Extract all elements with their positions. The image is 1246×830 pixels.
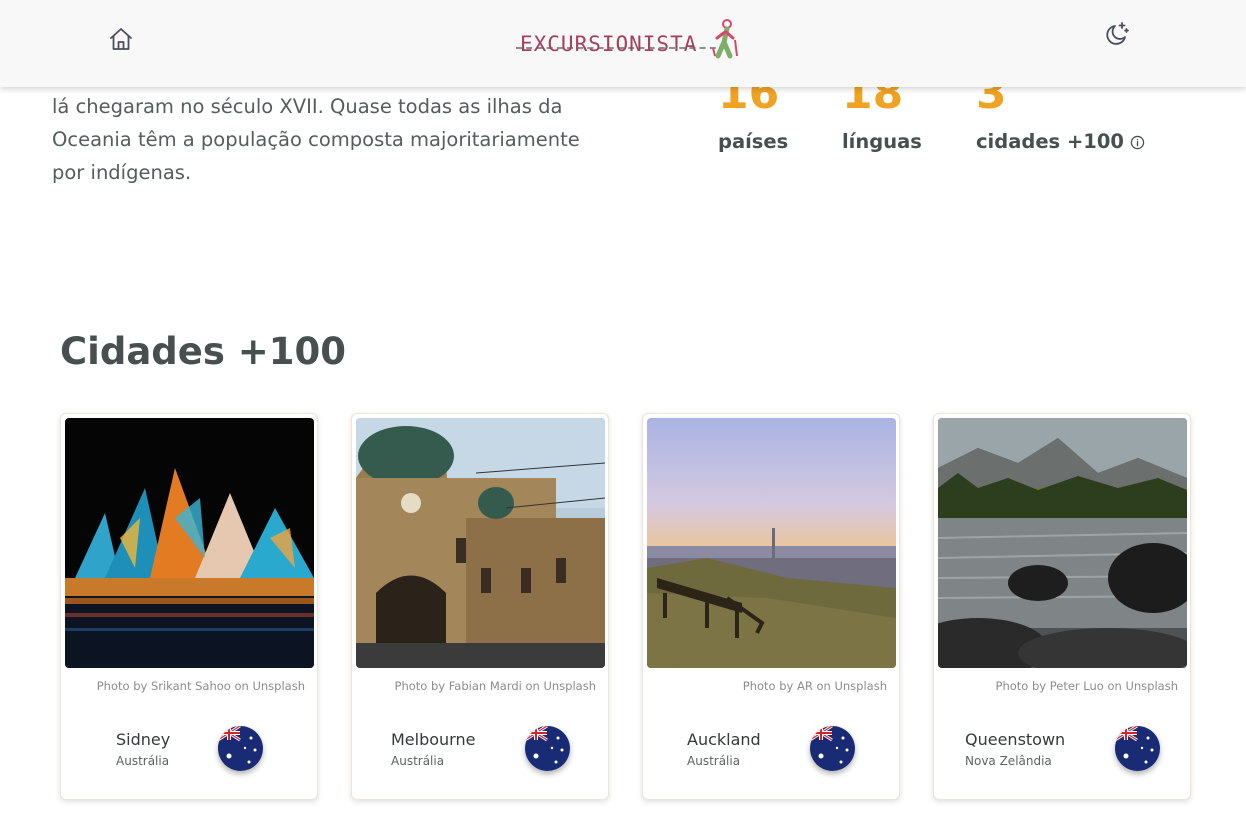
- city-card-auckland[interactable]: Photo by AR on Unsplash Auckland Austrál…: [642, 413, 900, 800]
- country-name: Nova Zelândia: [965, 754, 1052, 768]
- city-card-melbourne[interactable]: Photo by Fabian Mardi on Unsplash Melbou…: [351, 413, 609, 800]
- city-photo: [647, 418, 896, 668]
- city-name: Melbourne: [391, 730, 476, 749]
- photo-credit: Photo by Fabian Mardi on Unsplash: [394, 679, 596, 693]
- theme-toggle-button[interactable]: [1102, 20, 1130, 48]
- country-name: Austrália: [116, 754, 170, 768]
- australia-flag-icon: [218, 726, 263, 771]
- city-name: Queenstown: [965, 730, 1066, 749]
- site-logo[interactable]: EXCURSIONISTA: [516, 16, 748, 62]
- country-name: Austrália: [687, 754, 741, 768]
- new-zealand-flag-icon: [1115, 726, 1160, 771]
- city-photo: [356, 418, 605, 668]
- logo-text: EXCURSIONISTA: [520, 32, 698, 56]
- city-photo: [65, 418, 314, 668]
- city-card-queenstown[interactable]: Photo by Peter Luo on Unsplash Queenstow…: [933, 413, 1191, 800]
- photo-credit: Photo by Srikant Sahoo on Unsplash: [96, 679, 305, 693]
- new-zealand-flag-icon: [810, 726, 855, 771]
- stat-countries-label: países: [718, 130, 789, 153]
- section-title: Cidades +100: [60, 330, 347, 373]
- photo-credit: Photo by Peter Luo on Unsplash: [995, 679, 1178, 693]
- australia-flag-icon: [525, 726, 570, 771]
- info-icon[interactable]: [1130, 135, 1145, 150]
- stat-cities-label-wrap: cidades +100: [976, 130, 1145, 153]
- hiker-icon: [712, 19, 738, 59]
- photo-credit: Photo by AR on Unsplash: [742, 679, 887, 693]
- city-photo: [938, 418, 1187, 668]
- city-name: Auckland: [687, 730, 761, 749]
- home-icon: [110, 28, 132, 50]
- city-card-sidney[interactable]: Photo by Srikant Sahoo on Unsplash Sidne…: [60, 413, 318, 800]
- stat-cities-label: cidades +100: [976, 130, 1124, 153]
- city-name: Sidney: [116, 730, 171, 749]
- country-name: Austrália: [391, 754, 445, 768]
- stat-languages-label: línguas: [842, 130, 922, 153]
- top-navbar: EXCURSIONISTA: [0, 0, 1246, 87]
- home-button[interactable]: [107, 25, 135, 53]
- region-description: lá chegaram no século XVII. Quase todas …: [52, 95, 580, 184]
- moon-stars-icon: [1106, 22, 1129, 45]
